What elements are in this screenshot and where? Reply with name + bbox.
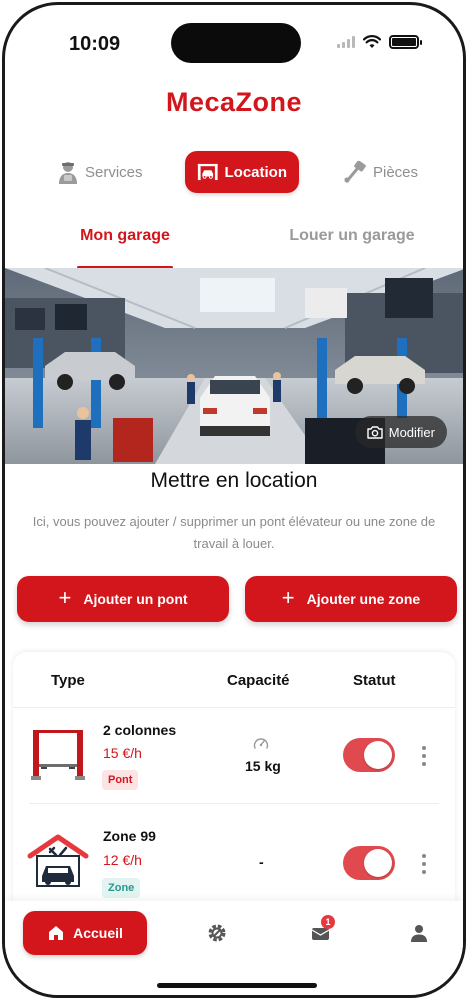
segment-label-location: Location xyxy=(224,163,288,181)
notification-badge: 1 xyxy=(321,915,335,929)
item-name: 2 colonnes xyxy=(103,722,177,738)
status-time: 10:09 xyxy=(69,33,121,55)
mechanic-icon xyxy=(59,162,77,184)
type-badge: Zone xyxy=(102,878,141,898)
camera-icon xyxy=(367,426,383,439)
phone-frame: 10:09 MecaZone Services Location Pièces … xyxy=(2,2,466,998)
tab-label-mon-garage: Mon garage xyxy=(80,227,170,244)
car-lift-icon xyxy=(197,163,218,181)
segment-services[interactable]: Services xyxy=(57,151,143,193)
add-zone-label: Ajouter une zone xyxy=(306,591,421,607)
column-header-type: Type xyxy=(51,672,85,689)
modify-photo-label: Modifier xyxy=(388,424,435,440)
column-header-capacity: Capacité xyxy=(227,672,290,689)
item-price: 15 €/h xyxy=(103,745,142,761)
section-title: Mettre en location xyxy=(150,469,318,492)
more-options-icon[interactable] xyxy=(417,854,431,874)
table-row[interactable]: Zone 99 12 €/h Zone - xyxy=(13,804,455,900)
piston-icon xyxy=(344,161,366,183)
garage-zone-icon xyxy=(27,834,89,887)
nav-home-label: Accueil xyxy=(73,925,123,941)
table-row[interactable]: 2 colonnes 15 €/h Pont 15 kg xyxy=(13,708,455,804)
rental-table: Type Capacité Statut 2 colonnes 15 €/h P… xyxy=(13,652,455,910)
battery-icon xyxy=(389,35,422,49)
segment-label-pieces: Pièces xyxy=(373,163,419,181)
item-name: Zone 99 xyxy=(103,828,156,844)
add-pont-button[interactable]: + Ajouter un pont xyxy=(17,576,229,622)
service-segment-bar: Services Location Pièces xyxy=(5,151,463,193)
status-toggle[interactable] xyxy=(343,846,395,880)
signal-icon xyxy=(337,36,355,48)
plus-icon: + xyxy=(58,585,72,610)
gauge-icon xyxy=(253,738,269,749)
segment-label-services: Services xyxy=(85,163,143,181)
garage-photo: Modifier xyxy=(5,268,463,464)
wifi-icon xyxy=(363,35,381,48)
item-capacity: 15 kg xyxy=(245,758,281,774)
garage-tabs: Mon garage Louer un garage xyxy=(5,227,463,269)
app-title: MecaZone xyxy=(165,87,303,117)
segment-pieces[interactable]: Pièces xyxy=(343,151,418,193)
plus-icon: + xyxy=(281,585,295,610)
column-header-status: Statut xyxy=(353,672,396,689)
nav-messages[interactable]: 1 xyxy=(309,915,335,945)
segment-location[interactable]: Location xyxy=(185,151,299,193)
nav-home[interactable]: Accueil xyxy=(23,911,147,955)
add-zone-button[interactable]: + Ajouter une zone xyxy=(245,576,457,622)
tab-louer-garage[interactable]: Louer un garage xyxy=(287,227,417,269)
tab-label-louer-garage: Louer un garage xyxy=(289,227,415,244)
home-icon xyxy=(49,926,64,940)
add-pont-label: Ajouter un pont xyxy=(83,591,188,607)
home-indicator xyxy=(157,983,317,988)
profile-icon[interactable] xyxy=(407,921,431,945)
more-options-icon[interactable] xyxy=(417,746,431,766)
item-capacity: - xyxy=(259,854,264,870)
settings-gear-icon[interactable] xyxy=(205,921,229,945)
item-price: 12 €/h xyxy=(103,852,142,868)
two-post-lift-icon xyxy=(31,730,85,780)
status-toggle[interactable] xyxy=(343,738,395,772)
type-badge: Pont xyxy=(102,770,139,790)
section-description: Ici, vous pouvez ajouter / supprimer un … xyxy=(32,514,436,551)
modify-photo-button[interactable]: Modifier xyxy=(354,416,447,448)
tab-mon-garage[interactable]: Mon garage xyxy=(77,227,173,269)
system-icons xyxy=(337,35,422,49)
status-bar: 10:09 xyxy=(5,5,463,75)
bottom-navigation: Accueil 1 xyxy=(5,901,463,995)
dynamic-island xyxy=(171,23,301,63)
